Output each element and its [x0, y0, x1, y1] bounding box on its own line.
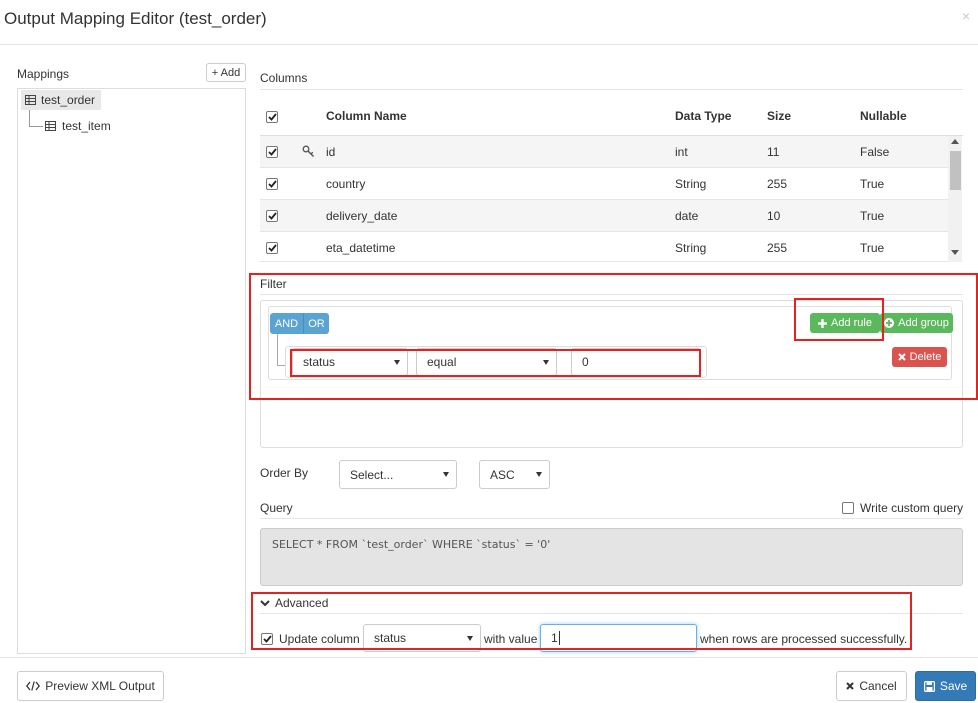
floppy-disk-icon — [923, 680, 935, 692]
header-nullable: Nullable — [860, 109, 907, 123]
column-name: delivery_date — [326, 209, 398, 223]
tree-connector — [29, 110, 30, 126]
column-type: date — [675, 209, 699, 223]
tree-node-test-item[interactable]: test_item — [45, 116, 111, 136]
chevron-down-icon — [443, 472, 449, 477]
order-direction-select[interactable]: ASC — [479, 460, 550, 489]
custom-query-checkbox[interactable] — [842, 502, 854, 514]
table-row: country String 255 True — [260, 168, 948, 200]
row-checkbox[interactable] — [266, 178, 278, 190]
save-button[interactable]: Save — [915, 671, 976, 701]
header-divider — [0, 44, 978, 45]
column-nullable: True — [860, 209, 885, 223]
scrollbar-thumb[interactable] — [950, 151, 961, 190]
add-mapping-button[interactable]: + Add — [206, 63, 246, 82]
tree-node-label: test_order — [41, 93, 96, 107]
column-name: id — [326, 145, 336, 159]
save-label: Save — [939, 679, 968, 693]
scroll-down-icon[interactable] — [951, 250, 959, 255]
custom-query-label: Write custom query — [860, 501, 964, 515]
custom-query-toggle[interactable]: Write custom query — [842, 501, 963, 515]
column-nullable: True — [860, 241, 885, 255]
section-divider — [260, 518, 963, 519]
column-type: String — [675, 241, 707, 255]
close-icon — [846, 682, 855, 690]
row-checkbox[interactable] — [266, 210, 278, 222]
column-type: String — [675, 177, 707, 191]
tree-connector — [29, 126, 43, 127]
cancel-label: Cancel — [859, 679, 897, 693]
table-row: id int 11 False — [260, 136, 948, 168]
column-size: 10 — [767, 209, 781, 223]
mappings-label: Mappings — [17, 67, 70, 81]
scroll-up-icon[interactable] — [951, 139, 959, 144]
table-icon — [45, 121, 56, 131]
table-row: eta_datetime String 255 True — [260, 232, 948, 262]
columns-label: Columns — [260, 71, 308, 85]
preview-xml-button[interactable]: Preview XML Output — [17, 671, 164, 701]
chevron-down-icon — [536, 472, 542, 477]
row-checkbox[interactable] — [266, 146, 278, 158]
key-icon — [302, 145, 315, 158]
query-label: Query — [260, 501, 293, 515]
highlight-box — [251, 592, 912, 650]
column-name: country — [326, 177, 366, 191]
column-name: eta_datetime — [326, 241, 396, 255]
footer-divider — [0, 657, 978, 658]
column-size: 11 — [767, 145, 780, 159]
highlight-box — [249, 273, 978, 400]
select-all-checkbox[interactable] — [266, 111, 278, 123]
column-nullable: True — [860, 177, 885, 191]
order-direction-value: ASC — [490, 467, 515, 482]
column-nullable: False — [860, 145, 890, 159]
order-by-label: Order By — [260, 466, 309, 480]
dialog-title: Output Mapping Editor (test_order) — [4, 9, 267, 28]
column-type: int — [675, 145, 688, 159]
query-textarea[interactable]: SELECT * FROM `test_order` WHERE `status… — [260, 528, 963, 586]
code-icon — [26, 681, 41, 691]
table-row: delivery_date date 10 True — [260, 200, 948, 232]
close-icon[interactable]: × — [962, 8, 970, 24]
header-size: Size — [767, 109, 792, 123]
order-by-column-value: Select... — [350, 467, 394, 482]
tree-node-test-order[interactable]: test_order — [21, 90, 101, 110]
table-icon — [25, 95, 36, 105]
column-size: 255 — [767, 177, 788, 191]
preview-xml-label: Preview XML Output — [45, 679, 155, 693]
column-size: 255 — [767, 241, 788, 255]
mappings-tree — [17, 88, 246, 654]
cancel-button[interactable]: Cancel — [836, 671, 907, 701]
section-divider — [260, 89, 963, 90]
header-data-type: Data Type — [675, 109, 732, 123]
order-by-column-select[interactable]: Select... — [339, 460, 457, 489]
header-column-name: Column Name — [326, 109, 407, 123]
tree-node-label: test_item — [62, 119, 111, 133]
row-checkbox[interactable] — [266, 242, 278, 254]
